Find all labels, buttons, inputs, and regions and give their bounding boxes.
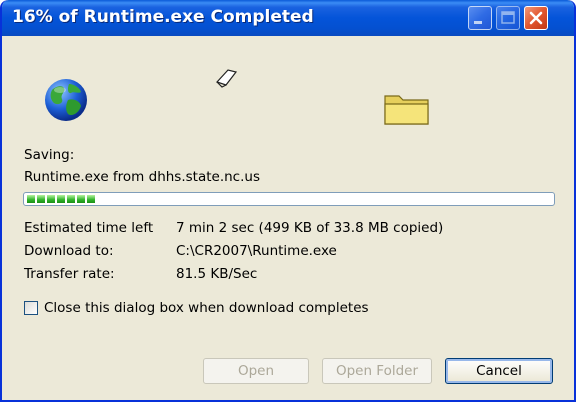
cancel-button[interactable]: Cancel <box>445 358 553 384</box>
close-on-complete-label[interactable]: Close this dialog box when download comp… <box>44 300 369 316</box>
download-to-label: Download to: <box>24 243 114 259</box>
open-folder-button[interactable]: Open Folder <box>322 358 432 384</box>
progress-segment <box>87 195 95 203</box>
close-on-complete-checkbox[interactable] <box>24 301 38 315</box>
folder-icon <box>384 95 429 125</box>
close-button[interactable] <box>524 6 548 30</box>
progress-segment <box>37 195 45 203</box>
download-to-value: C:\CR2007\Runtime.exe <box>176 243 337 259</box>
flying-page-icon <box>215 69 238 88</box>
progress-segment <box>27 195 35 203</box>
open-button[interactable]: Open <box>203 358 309 384</box>
title-bar[interactable]: 16% of Runtime.exe Completed <box>2 0 574 36</box>
progress-segment <box>47 195 55 203</box>
download-progress-bar <box>23 192 555 206</box>
transfer-rate-label: Transfer rate: <box>24 266 115 282</box>
time-left-value: 7 min 2 sec (499 KB of 33.8 MB copied) <box>176 220 444 236</box>
transfer-rate-value: 81.5 KB/Sec <box>176 266 258 282</box>
maximize-button[interactable] <box>496 6 520 30</box>
dialog-body: Saving: Runtime.exe from dhhs.state.nc.u… <box>2 36 574 400</box>
saving-label: Saving: <box>24 147 75 163</box>
time-left-label: Estimated time left <box>24 220 154 236</box>
close-icon <box>529 11 543 25</box>
download-dialog: 16% of Runtime.exe Completed Saving: Run… <box>0 0 576 402</box>
progress-segment <box>67 195 75 203</box>
file-source-text: Runtime.exe from dhhs.state.nc.us <box>24 169 260 185</box>
minimize-icon <box>474 21 482 24</box>
window-title: 16% of Runtime.exe Completed <box>12 7 314 27</box>
globe-icon <box>45 79 87 121</box>
progress-segment <box>77 195 85 203</box>
progress-fill <box>27 195 97 203</box>
minimize-button[interactable] <box>468 6 492 30</box>
progress-segment <box>57 195 65 203</box>
maximize-icon <box>501 11 515 24</box>
